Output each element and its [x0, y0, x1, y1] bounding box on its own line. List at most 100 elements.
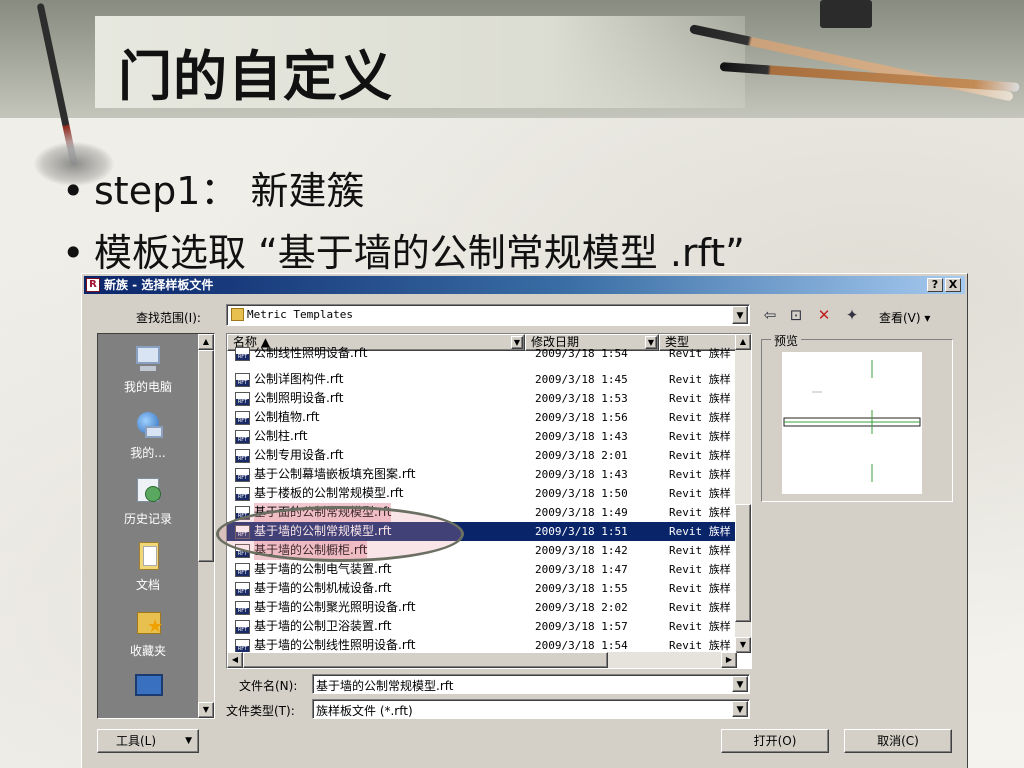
chevron-down-icon[interactable]: ▼ — [732, 701, 748, 717]
file-row[interactable]: 公制线性照明设备.rft 2009/3/18 1:54 Revit 族样 — [227, 346, 737, 370]
look-in-label: 查找范围(I): — [136, 311, 201, 325]
dialog-title: 新族 - 选择样板文件 — [104, 278, 214, 292]
file-type: Revit 族样 — [669, 449, 731, 462]
file-type: Revit 族样 — [669, 525, 731, 538]
view-menu-button[interactable]: 查看(V) ▾ — [879, 309, 930, 326]
file-type: Revit 族样 — [669, 430, 731, 443]
file-row[interactable]: 公制柱.rft 2009/3/18 1:43 Revit 族样 — [227, 427, 737, 446]
vscroll-thumb[interactable] — [735, 504, 751, 622]
place-label: 我的电脑 — [123, 380, 172, 394]
scroll-up-icon[interactable]: ▲ — [735, 334, 751, 350]
wall-template-preview-icon — [783, 360, 921, 482]
look-in-combo[interactable]: Metric Templates ▼ — [226, 304, 750, 326]
filename-input[interactable]: 基于墙的公制常规模型.rft ▼ — [312, 674, 750, 694]
filename-label: 文件名(N): — [239, 679, 298, 693]
file-name: 公制照明设备.rft — [254, 391, 344, 405]
file-list-hscrollbar[interactable]: ◀ ▶ — [227, 652, 737, 668]
place-network[interactable]: 我的... — [98, 410, 198, 461]
file-list-vscrollbar[interactable]: ▲ ▼ — [735, 334, 751, 653]
rft-file-icon — [235, 347, 250, 361]
file-list: 名称 ▲ ▼ 修改日期 ▼ 类型 公制线性照明设备.rft2009/3/18 1… — [226, 333, 752, 669]
preview-image — [782, 352, 922, 494]
bullet-text: 模板选取 “基于墙的公制常规模型 .rft” — [94, 231, 745, 275]
rft-file-icon — [235, 620, 250, 634]
rft-file-icon — [235, 411, 250, 425]
file-date: 2009/3/18 1:43 — [535, 468, 628, 481]
my-computer-icon — [131, 344, 165, 374]
delete-icon[interactable]: ✕ — [814, 305, 834, 325]
file-type: Revit 族样 — [669, 544, 731, 557]
new-folder-icon[interactable]: ✦ — [842, 305, 862, 325]
favorites-icon: ★ — [131, 608, 165, 638]
places-scrollbar[interactable]: ▲ ▼ — [198, 334, 214, 718]
file-date: 2009/3/18 1:42 — [535, 544, 628, 557]
file-name: 基于墙的公制卫浴装置.rft — [254, 619, 392, 633]
file-name: 基于公制幕墙嵌板填充图案.rft — [254, 467, 416, 481]
rft-file-icon — [235, 639, 250, 653]
places-scroll-thumb[interactable] — [198, 350, 214, 562]
file-row[interactable]: 公制专用设备.rft 2009/3/18 2:01 Revit 族样 — [227, 446, 737, 465]
file-type: Revit 族样 — [669, 487, 731, 500]
tools-button-label: 工具(L) — [116, 734, 157, 748]
place-favorites[interactable]: ★ 收藏夹 — [98, 608, 198, 659]
place-label: 历史记录 — [123, 512, 172, 526]
file-name: 基于墙的公制机械设备.rft — [254, 581, 392, 595]
file-type: Revit 族样 — [669, 582, 731, 595]
place-desktop[interactable] — [98, 672, 198, 706]
place-documents[interactable]: 文档 — [98, 542, 198, 593]
up-folder-icon[interactable]: ⊡ — [786, 305, 806, 325]
hscroll-thumb[interactable] — [243, 652, 608, 668]
file-row[interactable]: 公制照明设备.rft 2009/3/18 1:53 Revit 族样 — [227, 389, 737, 408]
file-row[interactable]: 基于墙的公制聚光照明设备.rft 2009/3/18 2:02 Revit 族样 — [227, 598, 737, 617]
places-bar: 我的电脑 我的... 历史记录 文档 ★ 收藏夹 ▲ ▼ — [97, 333, 215, 719]
rft-file-icon — [235, 601, 250, 615]
select-template-dialog: R 新族 - 选择样板文件 ? X 查找范围(I): Metric Templa… — [81, 273, 968, 768]
file-row[interactable]: 基于楼板的公制常规模型.rft 2009/3/18 1:50 Revit 族样 — [227, 484, 737, 503]
filetype-select[interactable]: 族样板文件 (*.rft) ▼ — [312, 699, 750, 719]
place-label: 文档 — [135, 578, 160, 592]
place-history[interactable]: 历史记录 — [98, 476, 198, 527]
back-arrow-icon[interactable]: ⇦ — [760, 305, 780, 325]
scroll-down-icon[interactable]: ▼ — [735, 637, 751, 653]
file-date: 2009/3/18 1:54 — [535, 347, 628, 360]
rft-file-icon — [235, 430, 250, 444]
file-type: Revit 族样 — [669, 563, 731, 576]
help-button[interactable]: ? — [927, 278, 943, 292]
scroll-right-icon[interactable]: ▶ — [721, 652, 737, 668]
file-name: 公制柱.rft — [254, 429, 308, 443]
chevron-down-icon[interactable]: ▼ — [511, 336, 523, 349]
chevron-down-icon[interactable]: ▼ — [732, 676, 748, 692]
file-type: Revit 族样 — [669, 601, 731, 614]
network-icon — [131, 410, 165, 440]
bullet-dot: • — [62, 231, 85, 275]
file-date: 2009/3/18 1:51 — [535, 525, 628, 538]
chevron-down-icon[interactable]: ▼ — [645, 336, 657, 349]
bullet-text: step1： 新建簇 — [94, 169, 365, 213]
scroll-down-icon[interactable]: ▼ — [198, 702, 214, 718]
file-date: 2009/3/18 1:43 — [535, 430, 628, 443]
scroll-up-icon[interactable]: ▲ — [198, 334, 214, 350]
slide-title: 门的自定义 — [118, 45, 393, 108]
file-type: Revit 族样 — [669, 347, 731, 360]
file-row[interactable]: 基于墙的公制电气装置.rft 2009/3/18 1:47 Revit 族样 — [227, 560, 737, 579]
file-row[interactable]: 公制植物.rft 2009/3/18 1:56 Revit 族样 — [227, 408, 737, 427]
file-row[interactable]: 基于墙的公制机械设备.rft 2009/3/18 1:55 Revit 族样 — [227, 579, 737, 598]
close-button[interactable]: X — [945, 278, 961, 292]
file-name: 基于楼板的公制常规模型.rft — [254, 486, 404, 500]
scroll-left-icon[interactable]: ◀ — [227, 652, 243, 668]
rft-file-icon — [235, 563, 250, 577]
filetype-value: 族样板文件 (*.rft) — [316, 704, 413, 718]
file-type: Revit 族样 — [669, 392, 731, 405]
file-type: Revit 族样 — [669, 411, 731, 424]
filetype-label: 文件类型(T): — [226, 704, 295, 718]
file-row[interactable]: 基于公制幕墙嵌板填充图案.rft 2009/3/18 1:43 Revit 族样 — [227, 465, 737, 484]
file-name: 公制植物.rft — [254, 410, 320, 424]
chevron-down-icon[interactable]: ▼ — [732, 306, 748, 324]
tools-button[interactable]: 工具(L) ▼ — [97, 729, 199, 753]
file-type: Revit 族样 — [669, 373, 731, 386]
file-row[interactable]: 公制详图构件.rft 2009/3/18 1:45 Revit 族样 — [227, 370, 737, 389]
open-button[interactable]: 打开(O) — [721, 729, 829, 753]
file-row[interactable]: 基于墙的公制卫浴装置.rft 2009/3/18 1:57 Revit 族样 — [227, 617, 737, 636]
cancel-button[interactable]: 取消(C) — [844, 729, 952, 753]
place-my-computer[interactable]: 我的电脑 — [98, 344, 198, 395]
